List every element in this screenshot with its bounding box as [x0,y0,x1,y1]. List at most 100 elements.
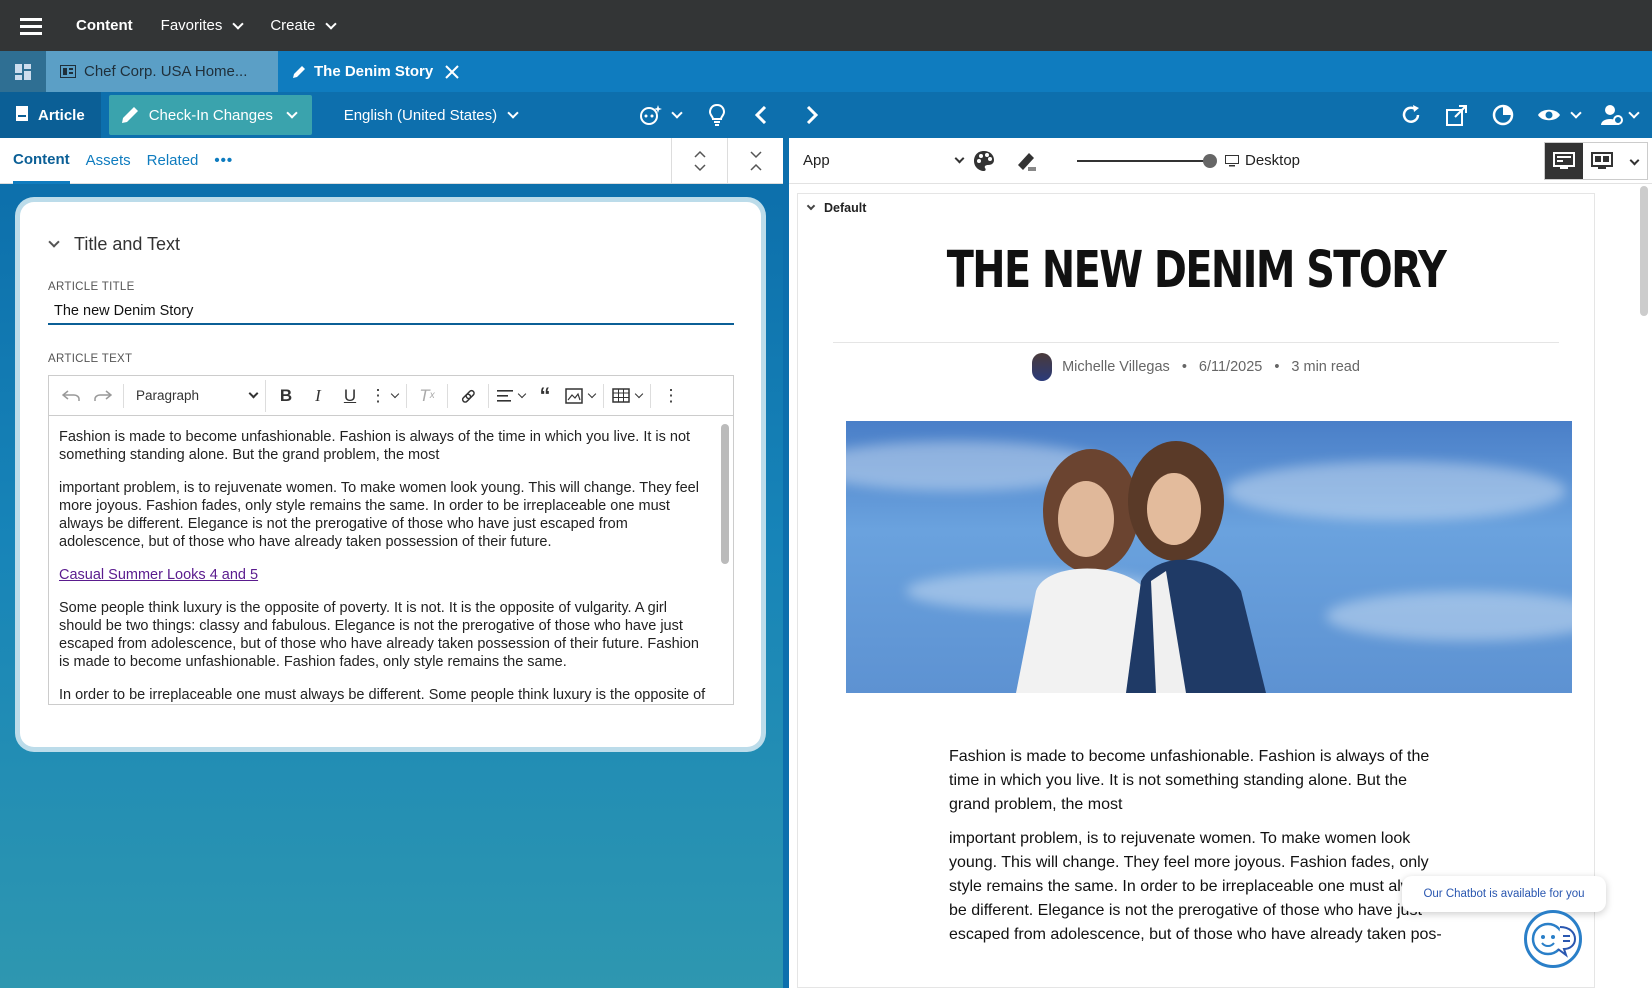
clear-format-icon[interactable]: Tx [411,380,443,412]
byline: Michelle Villegas • 6/11/2025 • 3 min re… [798,353,1594,381]
refresh-icon[interactable] [1388,92,1434,138]
expand-right-icon[interactable] [789,92,835,138]
nav-content[interactable]: Content [62,0,147,51]
chevron-down-icon [1629,155,1639,166]
align-icon[interactable] [493,380,517,412]
tab-home-label: Chef Corp. USA Home... [84,63,248,80]
nav-favorites[interactable]: Favorites [147,0,257,51]
device-compare-icon[interactable] [1583,143,1621,179]
device-dropdown[interactable] [1621,143,1647,179]
table-icon[interactable] [608,380,634,412]
collapse-left-icon[interactable] [739,92,783,138]
chevron-down-icon[interactable] [517,389,527,398]
read-time: 3 min read [1291,359,1360,375]
divider [488,383,489,408]
editor-content[interactable]: Fashion is made to become unfashionable.… [49,416,733,704]
tab-related[interactable]: Related [147,138,199,184]
slider-handle[interactable] [1203,153,1217,168]
more-tabs-icon[interactable]: ••• [214,152,233,169]
chevron-down-icon[interactable] [587,389,597,398]
undo-icon[interactable] [55,380,87,412]
chevron-down-icon[interactable] [671,107,683,119]
title-and-text-card: Title and Text ARTICLE TITLE The new Den… [20,202,761,747]
redo-icon[interactable] [87,380,119,412]
link-icon[interactable] [452,380,484,412]
tab-content[interactable]: Content [13,138,70,184]
editor-scrollbar[interactable] [721,424,729,564]
blockquote-icon[interactable]: “ [529,380,561,412]
rich-text-editor: Paragraph B I U ⋮ Tx “ ⋮ Fashion is made… [48,375,734,705]
paragraph: Some people think luxury is the opposite… [59,600,699,670]
italic-icon[interactable]: I [302,380,334,412]
chevron-down-icon[interactable] [1628,107,1640,119]
divider [447,383,448,408]
article-type: Article [0,92,101,138]
brush-icon[interactable] [1005,150,1047,172]
divider [650,383,651,408]
hero-image [846,421,1572,693]
chevron-down-icon[interactable] [390,389,400,398]
preview-body: Fashion is made to become unfashionable.… [949,745,1449,947]
bold-icon[interactable]: B [270,380,302,412]
section-header[interactable]: Title and Text [48,234,761,255]
width-slider[interactable] [1077,153,1217,168]
collapse-all-icon[interactable] [727,137,783,184]
content-subtabs: Content Assets Related ••• [0,137,783,184]
paragraph: important problem, is to rejuvenate wome… [59,480,699,550]
paragraph-style-select[interactable]: Paragraph [128,379,266,412]
desktop-icon [1225,154,1239,167]
publish-date: 6/11/2025 [1198,359,1263,375]
persona-icon[interactable] [1594,92,1630,138]
eye-icon[interactable] [1526,92,1572,138]
expand-all-icon[interactable] [671,137,727,184]
tab-denim-story[interactable]: The Denim Story [278,51,474,92]
checkin-button[interactable]: Check-In Changes [108,95,312,135]
hamburger-menu-icon[interactable] [0,0,62,51]
preview-scrollbar[interactable] [1640,186,1648,316]
lightbulb-icon[interactable] [695,92,739,138]
chatbot-icon[interactable] [1524,910,1582,968]
close-icon[interactable] [445,64,459,79]
time-travel-icon[interactable] [1480,92,1526,138]
tab-denim-story-label: The Denim Story [314,63,434,80]
preview-options-bar: App Desktop [789,138,1652,184]
paragraph: important problem, is to rejuvenate wome… [949,830,1442,943]
chevron-down-icon[interactable] [634,389,644,398]
divider [123,383,124,408]
more-options-icon[interactable]: ⋮ [655,380,687,412]
chevron-down-icon [248,388,259,399]
chevron-down-icon [507,107,519,119]
chatbot-bubble[interactable]: Our Chatbot is available for you [1402,876,1606,912]
pencil-icon [292,65,306,79]
underline-icon[interactable]: U [334,380,366,412]
chevron-down-icon [806,201,816,211]
ai-assist-icon[interactable] [629,92,673,138]
author[interactable]: Michelle Villegas [1062,359,1170,375]
chevron-down-icon[interactable] [1570,107,1582,119]
article-title-input[interactable]: The new Denim Story [48,303,734,325]
language-selector[interactable]: English (United States) [344,107,519,124]
channel-select[interactable]: App [803,152,965,169]
palette-icon[interactable] [963,150,1005,172]
avatar [1032,353,1053,381]
tab-assets[interactable]: Assets [86,138,131,184]
paragraph-style-label: Paragraph [136,388,200,403]
default-section-toggle[interactable]: Default [806,201,1594,215]
insert-media-icon[interactable] [561,380,587,412]
device-toggle [1544,141,1648,180]
article-title-label: ARTICLE TITLE [48,281,135,293]
open-external-icon[interactable] [1434,92,1480,138]
more-format-icon[interactable]: ⋮ [366,380,390,412]
page-icon [60,65,76,78]
device-label-group: Desktop [1225,152,1300,169]
page-preview: Default THE NEW DENIM STORY Michelle Vil… [797,193,1595,988]
dashboard-icon[interactable] [0,51,46,92]
content-link[interactable]: Casual Summer Looks 4 and 5 [59,567,258,583]
paragraph: In order to be irreplaceable one must al… [59,687,706,703]
editor-toolbar: Article Check-In Changes English (United… [0,92,783,138]
nav-create[interactable]: Create [256,0,349,51]
device-desktop-icon[interactable] [1545,142,1583,179]
paragraph: Fashion is made to become unfashionable.… [59,429,691,463]
chevron-down-icon[interactable] [286,107,298,119]
tab-home[interactable]: Chef Corp. USA Home... [46,51,278,92]
